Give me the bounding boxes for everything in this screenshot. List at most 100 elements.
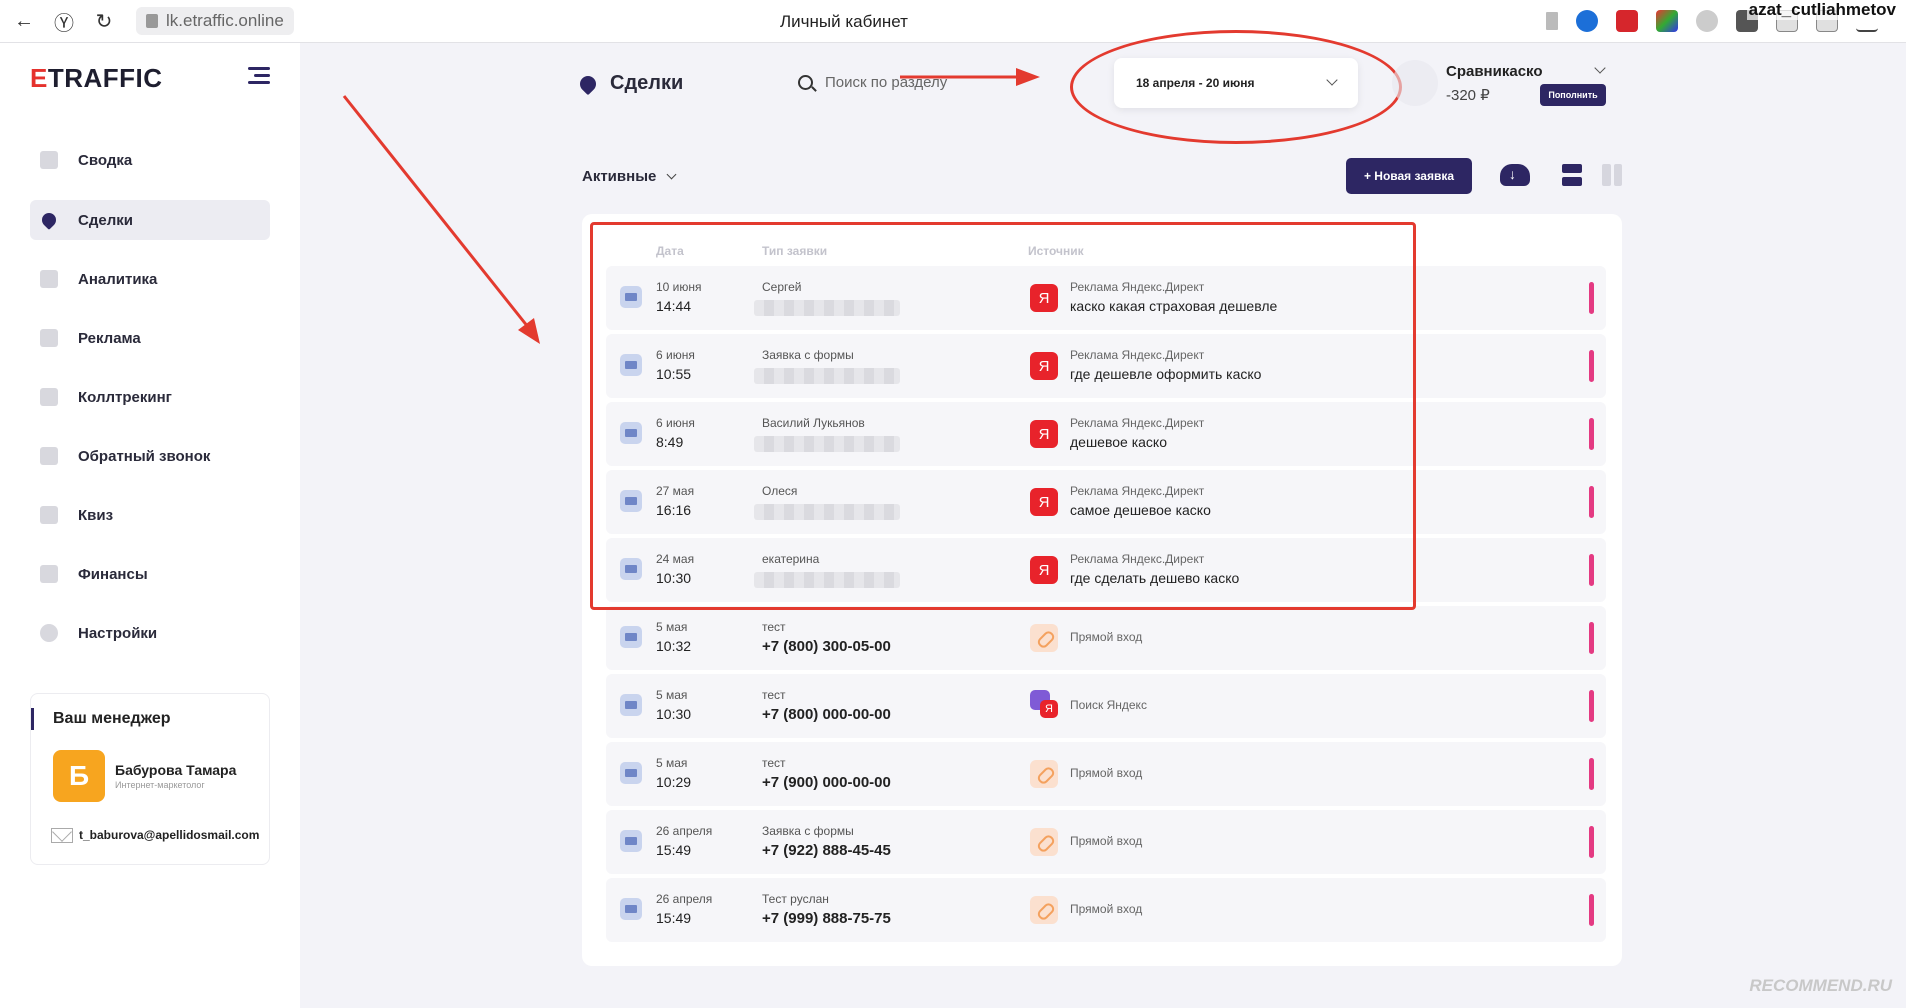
new-request-button[interactable]: + Новая заявка [1346,158,1472,194]
account-balance: -320 ₽ [1446,87,1490,104]
cloud-download-icon[interactable] [1500,164,1530,186]
row-time: 10:32 [656,638,692,654]
status-indicator [1589,826,1594,858]
phone-number: +7 (800) 300-05-00 [762,638,891,655]
sidebar-item-label: Коллтрекинг [78,388,172,406]
annotation-arrow [342,95,534,333]
finance-icon [40,565,58,583]
message-icon [620,830,642,852]
message-icon [620,898,642,920]
accent-bar [31,708,34,730]
table-row[interactable]: 5 мая 10:32 тест +7 (800) 300-05-00 Прям… [606,606,1606,670]
logo[interactable]: ETRAFFIC [30,63,163,94]
sidebar-item-summary[interactable]: Сводка [30,140,270,180]
extension-icon[interactable] [1656,10,1678,32]
request-type: тест [762,688,786,702]
row-time: 15:49 [656,842,692,858]
reload-icon[interactable]: ↻ [88,5,120,37]
message-icon [620,694,642,716]
request-type: Заявка с формы [762,824,854,838]
source-name: Поиск Яндекс [1070,698,1147,712]
message-icon [620,626,642,648]
address-bar[interactable]: lk.etraffic.online [136,7,294,35]
message-icon [620,762,642,784]
manager-card: Ваш менеджер Б Бабурова Тамара Интернет-… [30,693,270,865]
phone-number: +7 (900) 000-00-00 [762,774,891,791]
sidebar-item-settings[interactable]: Настройки [30,613,270,653]
status-filter[interactable]: Активные [582,168,677,185]
account-name[interactable]: Сравникаско [1446,63,1543,80]
link-icon [1030,828,1058,856]
quiz-icon [40,506,58,524]
bookmark-icon[interactable] [1546,12,1558,30]
sidebar-item-calltracking[interactable]: Коллтрекинг [30,377,270,417]
sidebar-item-label: Реклама [78,329,141,347]
status-indicator [1589,622,1594,654]
calltracking-icon [40,388,58,406]
status-indicator [1589,554,1594,586]
page-title: Сделки [576,72,683,95]
sidebar-item-analytics[interactable]: Аналитика [30,259,270,299]
search-input[interactable]: Поиск по разделу [798,74,947,91]
annotation-rectangle [590,222,1416,610]
sidebar-item-callback[interactable]: Обратный звонок [30,436,270,476]
row-date: 5 мая [656,756,688,770]
source-name: Прямой вход [1070,630,1143,644]
phone-number: +7 (922) 888-45-45 [762,842,891,859]
list-view-icon[interactable] [1562,164,1582,186]
manager-email[interactable]: t_baburova@apellidosmail.com [79,828,259,842]
sidebar-item-label: Финансы [78,565,148,583]
sidebar-item-label: Обратный звонок [78,447,211,465]
mail-icon [51,828,73,843]
logo-prefix: E [30,63,48,93]
watermark: RECOMMEND.RU [1749,976,1892,995]
sidebar-item-label: Сделки [78,211,133,229]
link-icon [1030,896,1058,924]
adblock-icon[interactable] [1616,10,1638,32]
status-indicator [1589,690,1594,722]
yandex-browser-icon[interactable]: Ⓨ [48,5,80,37]
row-date: 5 мая [656,688,688,702]
request-type: Тест руслан [762,892,829,906]
table-row[interactable]: 26 апреля 15:49 Тест руслан +7 (999) 888… [606,878,1606,942]
arrow-head [518,318,540,344]
deals-icon [39,210,59,230]
search-icon [798,75,813,90]
request-type: тест [762,756,786,770]
search-placeholder: Поиск по разделу [825,74,948,91]
request-type: тест [762,620,786,634]
sidebar-item-deals[interactable]: Сделки [30,200,270,240]
url-text: lk.etraffic.online [166,11,284,30]
link-icon [1030,624,1058,652]
dashboard-icon [40,151,58,169]
topup-button[interactable]: Пополнить [1540,84,1606,106]
sidebar-item-ads[interactable]: Реклама [30,318,270,358]
link-icon [1030,760,1058,788]
extension-icon[interactable] [1576,10,1598,32]
sidebar-item-finance[interactable]: Финансы [30,554,270,594]
status-filter-label: Активные [582,168,657,185]
account-avatar[interactable] [1392,60,1438,106]
extension-icon[interactable] [1696,10,1718,32]
row-date: 5 мая [656,620,688,634]
manager-role: Интернет-маркетолог [115,780,205,790]
grid-view-icon[interactable] [1602,164,1622,186]
back-icon[interactable]: ← [8,5,40,37]
source-name: Прямой вход [1070,902,1143,916]
avatar: Б [53,750,105,802]
status-indicator [1589,894,1594,926]
menu-icon[interactable] [248,67,270,88]
sidebar-item-quiz[interactable]: Квиз [30,495,270,535]
overlay-username: azat_cutliahmetov [1746,0,1898,20]
sidebar-item-label: Сводка [78,151,133,169]
ads-icon [40,329,58,347]
chevron-down-icon[interactable] [1594,62,1606,74]
table-row[interactable]: 5 мая 10:29 тест +7 (900) 000-00-00 Прям… [606,742,1606,806]
row-time: 15:49 [656,910,692,926]
sidebar-item-label: Аналитика [78,270,158,288]
table-row[interactable]: 26 апреля 15:49 Заявка с формы +7 (922) … [606,810,1606,874]
phone-number: +7 (800) 000-00-00 [762,706,891,723]
row-time: 10:30 [656,706,692,722]
table-row[interactable]: 5 мая 10:30 тест +7 (800) 000-00-00 Я По… [606,674,1606,738]
source-name: Прямой вход [1070,834,1143,848]
